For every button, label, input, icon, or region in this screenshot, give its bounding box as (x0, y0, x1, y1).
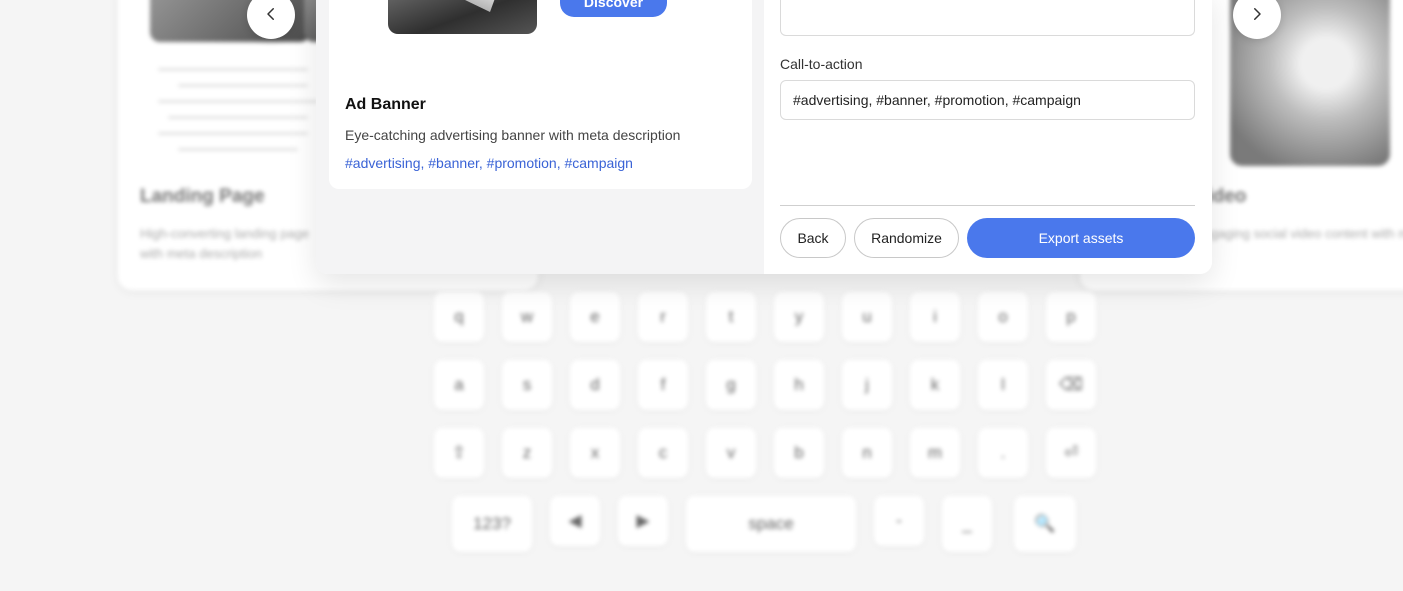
on-screen-keyboard: q w e r t y u i o p a s d f g h j k l ⌫ … (430, 290, 1110, 560)
ad-banner-tags: #advertising, #banner, #promotion, #camp… (345, 155, 633, 171)
background-card-placeholder-lines (158, 68, 338, 164)
background-card-description: with meta description (140, 246, 263, 261)
keyboard-key[interactable]: c (638, 428, 688, 478)
chevron-left-icon (262, 5, 280, 26)
background-card-description: High-converting landing page (140, 226, 310, 241)
keyboard-key[interactable]: s (502, 360, 552, 410)
cta-field-label: Call-to-action (780, 56, 863, 72)
keyboard-key[interactable]: j (842, 360, 892, 410)
keyboard-key[interactable]: e (570, 292, 620, 342)
keyboard-key[interactable]: y (774, 292, 824, 342)
keyboard-enter-key[interactable]: ⏎ (1046, 428, 1096, 478)
ad-banner-image (388, 0, 537, 34)
previous-field-input[interactable] (780, 0, 1195, 36)
keyboard-key[interactable]: b (774, 428, 824, 478)
keyboard-key[interactable]: d (570, 360, 620, 410)
background-card-title: Landing Page (140, 186, 265, 207)
keyboard-search-key[interactable]: 🔍 (1014, 496, 1076, 552)
keyboard-key[interactable]: g (706, 360, 756, 410)
keyboard-key[interactable]: w (502, 292, 552, 342)
keyboard-key[interactable]: q (434, 292, 484, 342)
keyboard-key[interactable]: t (706, 292, 756, 342)
keyboard-key[interactable]: h (774, 360, 824, 410)
keyboard-key[interactable]: l (978, 360, 1028, 410)
keyboard-key[interactable]: p (1046, 292, 1096, 342)
keyboard-key[interactable]: z (502, 428, 552, 478)
keyboard-key[interactable]: v (706, 428, 756, 478)
preview-pane: Discover Ad Banner Eye-catching advertis… (316, 0, 764, 274)
cta-field-input[interactable] (780, 80, 1195, 120)
ad-banner-cta-button[interactable]: Discover (560, 0, 667, 17)
randomize-button[interactable]: Randomize (854, 218, 959, 258)
keyboard-key[interactable]: m (910, 428, 960, 478)
keyboard-numbers-key[interactable]: 123? (452, 496, 532, 552)
keyboard-key[interactable]: i (910, 292, 960, 342)
back-button[interactable]: Back (780, 218, 846, 258)
keyboard-key[interactable]: _ (942, 496, 992, 552)
chevron-right-icon (1248, 5, 1266, 26)
ad-banner-title: Ad Banner (345, 96, 426, 113)
keyboard-key[interactable]: o (978, 292, 1028, 342)
ad-banner-description: Eye-catching advertising banner with met… (345, 127, 681, 143)
export-assets-button[interactable]: Export assets (967, 218, 1195, 258)
keyboard-key[interactable]: a (434, 360, 484, 410)
keyboard-key[interactable]: k (910, 360, 960, 410)
ad-banner-preview-card: Discover Ad Banner Eye-catching advertis… (329, 0, 752, 189)
form-pane: Call-to-action Back Randomize Export ass… (764, 0, 1212, 274)
keyboard-key[interactable]: u (842, 292, 892, 342)
keyboard-key[interactable]: - (874, 496, 924, 546)
keyboard-shift-key[interactable]: ⇧ (434, 428, 484, 478)
keyboard-key[interactable]: x (570, 428, 620, 478)
footer-divider (780, 205, 1195, 206)
keyboard-key[interactable]: . (978, 428, 1028, 478)
background-card-description: Engaging social video content with meta (1195, 226, 1403, 241)
keyboard-key[interactable]: f (638, 360, 688, 410)
keyboard-key[interactable]: r (638, 292, 688, 342)
export-assets-modal: Discover Ad Banner Eye-catching advertis… (316, 0, 1212, 274)
keyboard-key[interactable]: n (842, 428, 892, 478)
keyboard-arrow-right-key[interactable]: ▶ (618, 496, 668, 546)
keyboard-arrow-left-key[interactable]: ◀ (550, 496, 600, 546)
keyboard-backspace-key[interactable]: ⌫ (1046, 360, 1096, 410)
keyboard-space-key[interactable]: space (686, 496, 856, 552)
